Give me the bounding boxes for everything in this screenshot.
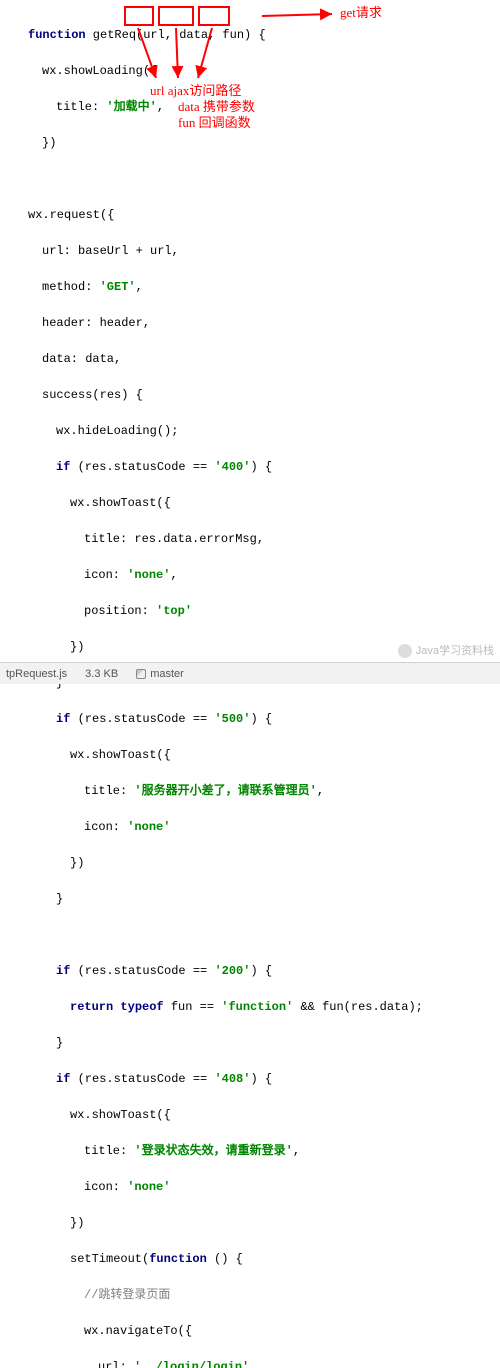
code-line: icon: 'none': [14, 818, 498, 836]
code-line: }: [14, 1034, 498, 1052]
code-line: url: '../login/login',: [14, 1358, 498, 1368]
code-line: if (res.statusCode == '408') {: [14, 1070, 498, 1088]
code-line: position: 'top': [14, 602, 498, 620]
code-line: }): [14, 1214, 498, 1232]
code-line: //跳转登录页面: [14, 1286, 498, 1304]
code-line: }): [14, 854, 498, 872]
status-size: 3.3 KB: [85, 668, 118, 680]
code-line: }: [14, 890, 498, 908]
code-line: [14, 170, 498, 188]
code-line: title: '加载中',: [14, 98, 498, 116]
code-line: return typeof fun == 'function' && fun(r…: [14, 998, 498, 1016]
code-line: setTimeout(function () {: [14, 1250, 498, 1268]
code-line: wx.request({: [14, 206, 498, 224]
code-line: wx.showToast({: [14, 746, 498, 764]
code-line: wx.showToast({: [14, 1106, 498, 1124]
branch-icon: [136, 669, 146, 679]
status-branch[interactable]: master: [136, 668, 184, 680]
code-line: success(res) {: [14, 386, 498, 404]
code-line: [14, 926, 498, 944]
code-line: function getReq(url, data, fun) {: [14, 26, 498, 44]
code-line: header: header,: [14, 314, 498, 332]
status-file[interactable]: tpRequest.js: [6, 668, 67, 680]
code-line: icon: 'none',: [14, 566, 498, 584]
code-line: url: baseUrl + url,: [14, 242, 498, 260]
code-line: if (res.statusCode == '200') {: [14, 962, 498, 980]
watermark: Java学习资料栈: [398, 642, 494, 658]
code-line: title: res.data.errorMsg,: [14, 530, 498, 548]
code-line: data: data,: [14, 350, 498, 368]
status-bar: tpRequest.js 3.3 KB master: [0, 662, 500, 684]
code-line: method: 'GET',: [14, 278, 498, 296]
code-line: if (res.statusCode == '400') {: [14, 458, 498, 476]
code-line: wx.showToast({: [14, 494, 498, 512]
code-line: }): [14, 134, 498, 152]
code-line: wx.hideLoading();: [14, 422, 498, 440]
code-line: wx.navigateTo({: [14, 1322, 498, 1340]
code-line: title: '登录状态失效，请重新登录',: [14, 1142, 498, 1160]
code-line: wx.showLoading({: [14, 62, 498, 80]
code-editor[interactable]: function getReq(url, data, fun) { wx.sho…: [0, 0, 500, 1368]
code-line: icon: 'none': [14, 1178, 498, 1196]
code-line: if (res.statusCode == '500') {: [14, 710, 498, 728]
code-line: title: '服务器开小差了，请联系管理员',: [14, 782, 498, 800]
